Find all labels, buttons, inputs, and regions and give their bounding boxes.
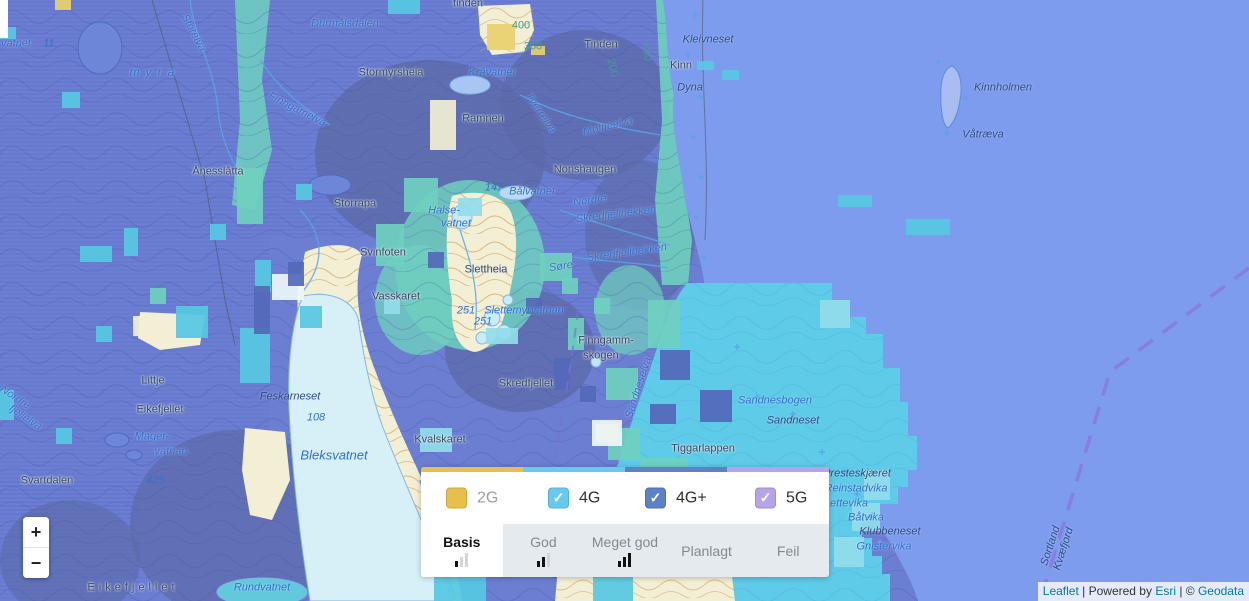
tab-label-planlagt: Planlagt: [681, 543, 732, 559]
tab-label-meget-god: Meget god: [592, 534, 658, 550]
tab-label-god: God: [530, 534, 556, 550]
legend-item-5g[interactable]: ✓ 5G: [755, 488, 807, 509]
signal-strength-icon: [537, 553, 550, 567]
legend-item-4g[interactable]: ✓ 4G: [548, 488, 600, 509]
tab-meget-god[interactable]: Meget god: [584, 524, 666, 577]
legend-tabs: Basis God Meget god Planlagt Feil: [421, 524, 829, 577]
attribution-link-geodata[interactable]: Geodata: [1198, 584, 1244, 598]
legend-item-2g[interactable]: 2G: [446, 488, 498, 509]
legend-items: 2G ✓ 4G ✓ 4G+ ✓ 5G: [421, 472, 829, 524]
legend-label-5g: 5G: [786, 489, 807, 507]
checkbox-4g[interactable]: ✓: [548, 488, 569, 509]
attribution-text: | ©: [1176, 584, 1198, 598]
attribution-text: | Powered by: [1079, 584, 1156, 598]
attribution-link-leaflet[interactable]: Leaflet: [1043, 584, 1079, 598]
signal-strength-icon: [618, 553, 631, 567]
legend-item-4gplus[interactable]: ✓ 4G+: [645, 488, 707, 509]
tab-feil[interactable]: Feil: [747, 524, 829, 577]
attribution: Leaflet | Powered by Esri | © Geodata: [1038, 582, 1249, 601]
checkbox-5g[interactable]: ✓: [755, 488, 776, 509]
tab-label-feil: Feil: [777, 543, 800, 559]
legend-panel: 2G ✓ 4G ✓ 4G+ ✓ 5G Basis God Meget god Planlagt Fe…: [421, 467, 829, 577]
checkbox-2g[interactable]: [446, 488, 467, 509]
legend-label-4g: 4G: [579, 489, 600, 507]
checkbox-4gplus[interactable]: ✓: [645, 488, 666, 509]
attribution-link-esri[interactable]: Esri: [1155, 584, 1176, 598]
zoom-out-button[interactable]: −: [23, 548, 49, 578]
signal-strength-icon: [455, 553, 468, 567]
tab-planlagt[interactable]: Planlagt: [666, 524, 748, 577]
legend-label-4gplus: 4G+: [676, 489, 707, 507]
tab-god[interactable]: God: [503, 524, 585, 577]
zoom-control: + −: [23, 517, 49, 578]
tab-label-basis: Basis: [443, 534, 480, 550]
legend-label-2g: 2G: [477, 489, 498, 507]
map-canvas[interactable]: vatnet11myraStorelvaDurmålsdalenStormyrs…: [0, 0, 1249, 601]
zoom-in-button[interactable]: +: [23, 517, 49, 547]
tab-basis[interactable]: Basis: [421, 524, 503, 577]
